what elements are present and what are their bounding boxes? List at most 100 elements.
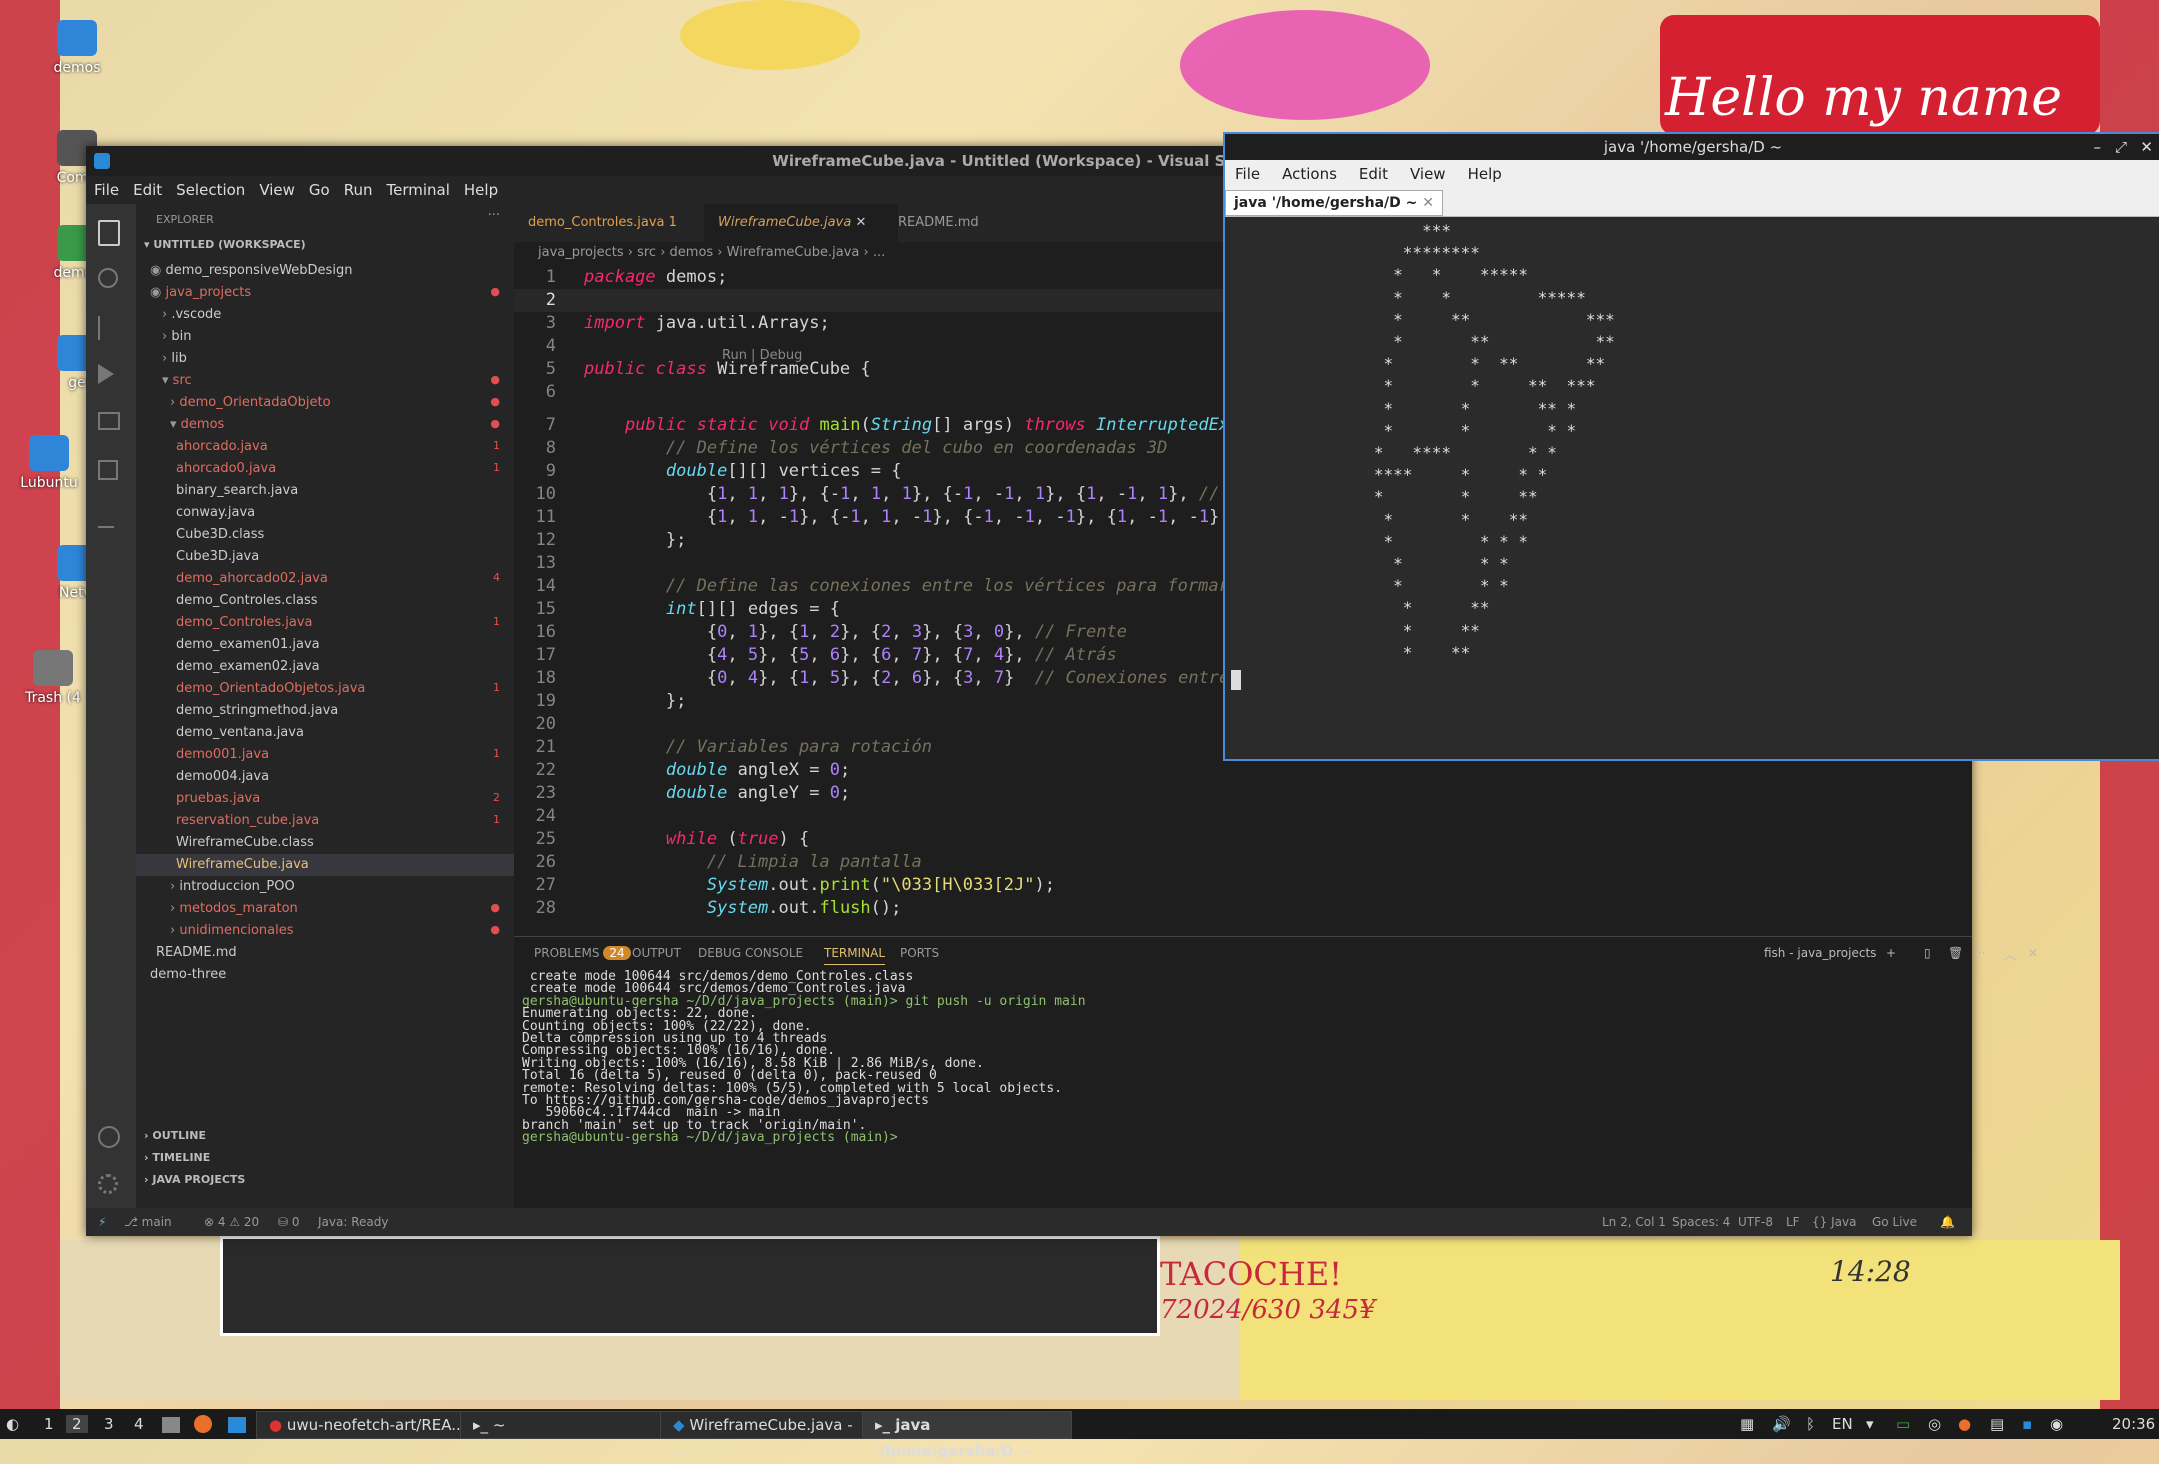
maximize-panel-icon[interactable]: ︿: [2004, 946, 2016, 963]
info-tray-icon[interactable]: ▪: [2022, 1415, 2032, 1433]
tree-item[interactable]: demo_examen01.java: [136, 634, 514, 656]
tab-readme[interactable]: README.md: [884, 204, 1038, 242]
tree-item[interactable]: README.md: [136, 942, 514, 964]
term-menu-view[interactable]: View: [1400, 160, 1458, 188]
keyboard-layout[interactable]: EN: [1832, 1415, 1853, 1433]
updates-icon[interactable]: ▦: [1740, 1415, 1754, 1433]
panel-more-icon[interactable]: ···: [1974, 946, 1985, 960]
tree-item[interactable]: ahorcado0.java 1: [136, 458, 514, 480]
tab-ports[interactable]: PORTS: [900, 946, 939, 960]
menu-help[interactable]: Help: [456, 176, 504, 204]
tree-item[interactable]: demo_ahorcado02.java 4: [136, 568, 514, 590]
tree-item[interactable]: demo-three: [136, 964, 514, 986]
extensions-icon[interactable]: [98, 460, 118, 480]
tree-item[interactable]: demo_Controles.java 1: [136, 612, 514, 634]
clock[interactable]: 20:36: [2112, 1415, 2155, 1433]
notifications-icon[interactable]: 🔔: [1940, 1215, 1955, 1229]
indentation[interactable]: Spaces: 4: [1672, 1215, 1730, 1229]
gear-icon[interactable]: [98, 1174, 118, 1194]
tree-item[interactable]: demo_Controles.class: [136, 590, 514, 612]
tree-item[interactable]: › introduccion_POO: [136, 876, 514, 898]
tree-item[interactable]: ◉ demo_responsiveWebDesign: [136, 260, 514, 282]
split-terminal-icon[interactable]: ▯: [1924, 946, 1931, 960]
tree-item[interactable]: pruebas.java 2: [136, 788, 514, 810]
bluetooth-icon[interactable]: ᛒ: [1806, 1415, 1815, 1433]
workspace-4[interactable]: 4: [134, 1415, 144, 1433]
terminal-tab[interactable]: java '/home/gersha/D ~ ✕: [1225, 190, 1443, 216]
task-vscode[interactable]: ◆ WireframeCube.java - ...: [660, 1411, 870, 1460]
tree-item[interactable]: demo004.java: [136, 766, 514, 788]
section-timeline[interactable]: › TIMELINE: [144, 1151, 210, 1164]
tree-item[interactable]: demo_OrientadoObjetos.java 1: [136, 678, 514, 700]
desktop-icon-trash[interactable]: Trash (4: [24, 650, 82, 706]
code-line[interactable]: 28 System.out.flush();: [514, 897, 1972, 920]
tree-item[interactable]: › bin: [136, 326, 514, 348]
task-terminal-small[interactable]: ▸_ ~: [460, 1411, 670, 1439]
tab-problems[interactable]: PROBLEMS 24: [534, 946, 631, 960]
encoding[interactable]: UTF-8: [1738, 1215, 1773, 1229]
desktop-icon-lubuntu[interactable]: Lubuntu: [20, 435, 78, 491]
tree-item[interactable]: › .vscode: [136, 304, 514, 326]
explorer-icon[interactable]: [98, 220, 120, 246]
tree-item[interactable]: conway.java: [136, 502, 514, 524]
testing-icon[interactable]: [98, 508, 114, 528]
tree-item[interactable]: › metodos_maraton ●: [136, 898, 514, 920]
cursor-position[interactable]: Ln 2, Col 1: [1602, 1215, 1666, 1229]
search-icon[interactable]: [98, 268, 118, 288]
vscode-launcher-icon[interactable]: [228, 1417, 246, 1433]
close-panel-icon[interactable]: ✕: [2028, 946, 2038, 960]
close-icon[interactable]: ✕: [2140, 134, 2153, 160]
maximize-icon[interactable]: ⤢: [2115, 134, 2127, 160]
workspace-header[interactable]: ▾ UNTITLED (WORKSPACE): [144, 238, 306, 251]
tree-item[interactable]: ◉ java_projects ●: [136, 282, 514, 304]
tree-item[interactable]: › lib: [136, 348, 514, 370]
term-menu-edit[interactable]: Edit: [1349, 160, 1400, 188]
tree-item[interactable]: › unidimencionales ●: [136, 920, 514, 942]
remote-icon[interactable]: ⚡: [98, 1215, 106, 1229]
menu-view[interactable]: View: [251, 176, 301, 204]
tree-item[interactable]: WireframeCube.class: [136, 832, 514, 854]
code-line[interactable]: 22 double angleX = 0;: [514, 759, 1972, 782]
tree-item[interactable]: demo001.java 1: [136, 744, 514, 766]
section-java-projects[interactable]: › JAVA PROJECTS: [144, 1173, 245, 1186]
account-icon[interactable]: [98, 1126, 120, 1148]
code-line[interactable]: 27 System.out.print("\033[H\033[2J");: [514, 874, 1972, 897]
menu-go[interactable]: Go: [301, 176, 336, 204]
task-java-terminal[interactable]: ▸_ java '/home/gersha/D ~: [862, 1411, 1072, 1460]
code-line[interactable]: 23 double angleY = 0;: [514, 782, 1972, 805]
go-live[interactable]: Go Live: [1872, 1215, 1917, 1229]
ports-indicator[interactable]: ⛁ 0: [278, 1215, 300, 1229]
menu-terminal[interactable]: Terminal: [379, 176, 456, 204]
term-menu-actions[interactable]: Actions: [1272, 160, 1349, 188]
term-menu-help[interactable]: Help: [1458, 160, 1514, 188]
tab-output[interactable]: OUTPUT: [632, 946, 681, 960]
files-tray-icon[interactable]: ▤: [1990, 1415, 2004, 1433]
term-menu-file[interactable]: File: [1225, 160, 1272, 188]
run-debug-icon[interactable]: [98, 364, 114, 384]
tree-item[interactable]: ▾ src ●: [136, 370, 514, 392]
tree-item[interactable]: ▾ demos ●: [136, 414, 514, 436]
terminal-titlebar[interactable]: java '/home/gersha/D ~ – ⤢ ✕: [1225, 134, 2159, 160]
menu-edit[interactable]: Edit: [125, 176, 168, 204]
tree-item[interactable]: demo_stringmethod.java: [136, 700, 514, 722]
remote-explorer-icon[interactable]: [98, 412, 120, 430]
new-terminal-icon[interactable]: +: [1886, 946, 1896, 960]
tree-item[interactable]: reservation_cube.java 1: [136, 810, 514, 832]
branch-indicator[interactable]: ⎇ main: [124, 1215, 172, 1229]
tree-item[interactable]: ahorcado.java 1: [136, 436, 514, 458]
menu-run[interactable]: Run: [336, 176, 379, 204]
line-ending[interactable]: LF: [1786, 1215, 1800, 1229]
task-browser[interactable]: ● uwu-neofetch-art/REA...: [256, 1411, 470, 1439]
java-status[interactable]: Java: Ready: [318, 1215, 388, 1229]
more-actions-icon[interactable]: ···: [488, 208, 500, 223]
workspace-2[interactable]: 2: [66, 1415, 88, 1433]
tab-terminal[interactable]: TERMINAL: [824, 946, 886, 965]
update-notifier-icon[interactable]: ●: [1958, 1415, 1971, 1433]
battery-icon[interactable]: ▭: [1896, 1415, 1910, 1433]
start-menu-icon[interactable]: ◐: [6, 1415, 19, 1433]
tree-item[interactable]: WireframeCube.java: [136, 854, 514, 876]
language-mode[interactable]: {} Java: [1812, 1215, 1856, 1229]
section-outline[interactable]: › OUTLINE: [144, 1129, 206, 1142]
file-manager-icon[interactable]: [162, 1417, 180, 1433]
firefox-icon[interactable]: [194, 1415, 212, 1433]
